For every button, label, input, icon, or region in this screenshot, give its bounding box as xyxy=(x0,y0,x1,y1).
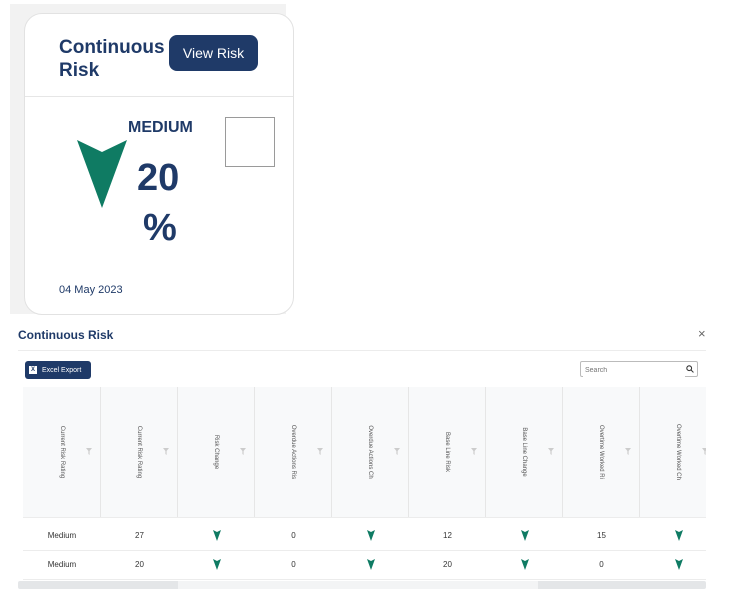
risk-percent-value: 20 xyxy=(137,157,180,199)
column-header[interactable]: Overdue Actions Ch xyxy=(332,387,409,517)
column-header-label: Overtime Worked Ri xyxy=(598,425,604,479)
card-background: Continuous Risk View Risk MEDIUM 20 % 04… xyxy=(10,4,294,315)
down-arrow-icon xyxy=(366,559,375,571)
table-cell: 20 xyxy=(443,560,452,569)
down-arrow-icon xyxy=(520,559,529,571)
filter-icon[interactable] xyxy=(548,448,554,455)
column-header[interactable]: Current Risk Rating xyxy=(101,387,178,517)
table-cell: Medium xyxy=(47,560,77,569)
table-cell xyxy=(332,522,409,550)
table-cell: 20 xyxy=(135,560,144,569)
image-placeholder xyxy=(225,117,275,167)
column-header-label: Base Line Risk xyxy=(444,431,450,473)
excel-icon: X xyxy=(29,366,37,374)
column-header[interactable]: Overtime Worked Ri xyxy=(563,387,640,517)
table-cell: 0 xyxy=(291,560,296,569)
column-header[interactable]: Current Risk Rating xyxy=(23,387,101,517)
column-header[interactable]: Base Line Change xyxy=(486,387,563,517)
filter-icon[interactable] xyxy=(702,448,706,455)
table-cell xyxy=(640,551,706,579)
close-icon[interactable]: × xyxy=(698,326,706,341)
table-row[interactable]: Medium 27 0 12 15 xyxy=(23,522,706,551)
search-icon[interactable] xyxy=(686,365,694,373)
down-arrow-icon xyxy=(77,140,127,208)
table-header: Current Risk Rating Current Risk Rating … xyxy=(23,387,706,518)
filter-icon[interactable] xyxy=(394,448,400,455)
column-header-label: Risk Change xyxy=(213,434,219,470)
column-header-label: Base Line Change xyxy=(521,427,527,477)
table-cell: 0 xyxy=(599,560,604,569)
down-arrow-icon xyxy=(674,559,683,571)
filter-icon[interactable] xyxy=(625,448,631,455)
filter-icon[interactable] xyxy=(471,448,477,455)
column-header[interactable]: Base Line Risk xyxy=(409,387,486,517)
table-cell xyxy=(332,551,409,579)
excel-export-label: Excel Export xyxy=(42,366,82,374)
table-cell: 12 xyxy=(443,531,452,540)
filter-icon[interactable] xyxy=(86,448,92,455)
down-arrow-icon xyxy=(366,530,375,542)
table-cell: 15 xyxy=(597,531,606,540)
column-header-label: Overdue Actions Ris xyxy=(290,424,296,480)
continuous-risk-card: Continuous Risk View Risk MEDIUM 20 % 04… xyxy=(24,13,294,315)
down-arrow-icon xyxy=(520,530,529,542)
filter-icon[interactable] xyxy=(163,448,169,455)
modal-divider xyxy=(18,350,706,351)
filter-icon[interactable] xyxy=(240,448,246,455)
column-header[interactable]: Overtime Worked Ch xyxy=(640,387,706,517)
risk-table: Current Risk Rating Current Risk Rating … xyxy=(23,387,706,581)
column-header[interactable]: Overdue Actions Ris xyxy=(255,387,332,517)
down-arrow-icon xyxy=(674,530,683,542)
card-date: 04 May 2023 xyxy=(59,284,123,296)
modal-title: Continuous Risk xyxy=(18,328,114,342)
down-arrow-icon xyxy=(212,559,221,571)
filter-icon[interactable] xyxy=(317,448,323,455)
down-arrow-icon xyxy=(212,530,221,542)
table-row[interactable]: Medium 20 0 20 0 xyxy=(23,551,706,580)
card-title: Continuous Risk xyxy=(59,37,165,81)
risk-rating: MEDIUM xyxy=(128,119,193,136)
search-box xyxy=(580,361,698,378)
table-cell xyxy=(486,551,563,579)
column-header-label: Overtime Worked Ch xyxy=(675,424,681,480)
table-cell: Medium xyxy=(47,531,77,540)
table-cell: 0 xyxy=(291,531,296,540)
column-header-label: Current Risk Rating xyxy=(136,425,142,479)
search-input[interactable] xyxy=(583,362,685,378)
excel-export-button[interactable]: X Excel Export xyxy=(25,361,91,379)
table-cell xyxy=(640,522,706,550)
table-cell: 27 xyxy=(135,531,144,540)
column-header[interactable]: Risk Change xyxy=(178,387,255,517)
card-divider xyxy=(25,96,293,97)
view-risk-button[interactable]: View Risk xyxy=(169,35,258,71)
horizontal-scrollbar[interactable] xyxy=(18,581,706,589)
column-header-label: Current Risk Rating xyxy=(58,425,65,479)
risk-percent-sign: % xyxy=(143,207,177,249)
table-cell xyxy=(178,522,255,550)
scrollbar-thumb[interactable] xyxy=(178,581,538,589)
column-header-label: Overdue Actions Ch xyxy=(367,425,373,479)
table-cell xyxy=(178,551,255,579)
table-cell xyxy=(486,522,563,550)
